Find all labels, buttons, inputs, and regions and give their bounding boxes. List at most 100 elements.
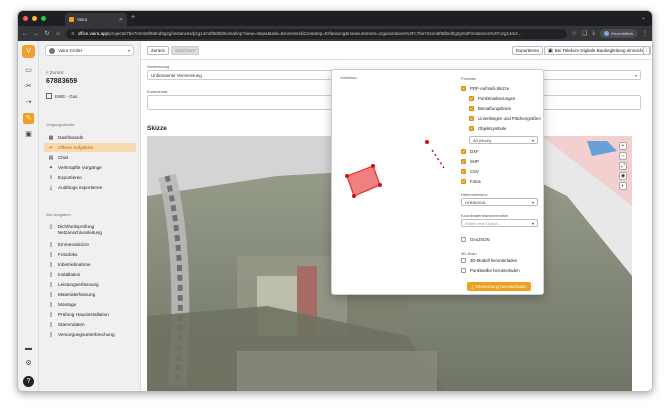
task-item[interactable]: ▯ Materialerfassung (44, 290, 136, 299)
new-tab-icon[interactable]: + (131, 14, 135, 21)
browser-tab[interactable]: Vaira ✕ (65, 13, 127, 26)
zoom-in-icon[interactable]: + (619, 142, 627, 150)
tools-icon[interactable]: ✂ (23, 81, 34, 92)
height-ref-select[interactable]: DHHN2016 ▾ (461, 198, 538, 206)
paper-size-value: A4 (Hoch) (473, 137, 492, 143)
more-options-button[interactable]: ⋮ (643, 46, 650, 55)
eye-icon[interactable]: ◉ (619, 172, 627, 180)
contacts-icon[interactable]: ▣ (23, 129, 34, 140)
checkbox-label: Linienlängen und Flächengrößen (478, 116, 541, 121)
settings-icon[interactable]: ⚙ (23, 358, 34, 369)
coord-transform-select[interactable]: Wähle eine Option... ▾ (461, 219, 538, 227)
back-link[interactable]: < Zurück (46, 70, 64, 75)
section-process-header: Vorgangsdetails (46, 122, 75, 127)
vaira-favicon-icon (69, 17, 74, 22)
scan-label: 3D-Scan (461, 251, 477, 256)
checkbox-label: Fotos (470, 179, 481, 184)
site-info-icon[interactable]: ⚙ (71, 31, 75, 36)
sidebar-item-chat[interactable]: ▤ Chat (44, 153, 136, 162)
extensions-icon[interactable]: ❏ (582, 30, 587, 37)
pdf-checkbox[interactable]: ✓ PDF-Aufmaß-Skizze (461, 86, 509, 91)
paper-size-select[interactable]: A4 (Hoch) ▾ (469, 136, 538, 144)
task-item[interactable]: ▯ Versorgungsunterbrechung (44, 330, 136, 339)
project-type-icon (46, 93, 52, 99)
organization-select[interactable]: Vaira GmbH ▾ (45, 45, 134, 56)
checkmark-icon: ✓ (461, 86, 466, 91)
download-icon: ⤓ (49, 184, 53, 191)
storage-icon[interactable]: ▬ (23, 343, 34, 354)
close-tab-icon[interactable]: ✕ (119, 17, 123, 23)
download-measurement-button[interactable]: ⤓ Vermessung herunterladen (467, 282, 531, 291)
point-cloud-checkbox[interactable]: Punktwolke herunterladen (461, 268, 520, 273)
folder-icon[interactable]: ▭ (23, 65, 34, 76)
sidebar-item-export[interactable]: ⇪ Exportieren (44, 173, 136, 182)
task-item[interactable]: ▯ Einmessskizze (44, 240, 136, 249)
document-icon: ▯ (49, 261, 53, 268)
tab-search-chevron-icon[interactable]: ⌄ (641, 14, 646, 21)
coord-transform-label: Koordinatentransformation (461, 213, 509, 218)
task-item[interactable]: ▯ Fotodoku (44, 250, 136, 259)
back-arrow-icon[interactable]: ← (22, 31, 28, 37)
project-type[interactable]: EWE - Gas (46, 93, 78, 99)
object-symbols-checkbox[interactable]: ✓ Objektsymbole (469, 126, 506, 131)
checkbox-label: GeoJSON (470, 237, 490, 242)
submit-label: Bei Telekom Digitale Baubegleitung einre… (554, 48, 648, 53)
sidebar-item-audit-export[interactable]: ⤓ Audittogs exportieren (44, 183, 136, 192)
checkmark-icon: ✓ (461, 149, 466, 154)
height-ref-label: Höhenreferenz (461, 192, 488, 197)
layers-icon[interactable]: ◐ (619, 182, 627, 190)
geojson-checkbox[interactable]: GeoJSON (461, 237, 490, 242)
lengths-areas-checkbox[interactable]: ✓ Linienlängen und Flächengrößen (469, 116, 541, 121)
browser-menu-icon[interactable]: ⋮ (642, 30, 648, 37)
3d-model-checkbox[interactable]: 3D-Modell herunterladen (461, 258, 517, 263)
window-controls (23, 16, 46, 21)
bookmark-star-icon[interactable]: ☆ (572, 30, 577, 37)
profile-button[interactable]: Geschäftlich (599, 29, 637, 38)
coord-placeholder: Wähle eine Option... (465, 220, 502, 226)
task-item[interactable]: ▯ Dichtheitsprüfung Netzanschlussleitung (44, 223, 136, 238)
point-markers-checkbox[interactable]: ✓ Punktmarkierungen (469, 96, 515, 101)
home-icon[interactable]: ⌂ (55, 31, 61, 37)
checkbox-label: DXF (470, 149, 479, 154)
reload-icon[interactable]: ↻ (44, 30, 50, 37)
export-button[interactable]: Exportieren (512, 46, 544, 55)
task-item[interactable]: ▯ Prüfung Hausinstallation (44, 310, 136, 319)
dxf-checkbox[interactable]: ✓ DXF (461, 149, 479, 154)
fit-icon[interactable]: ⤢ (619, 162, 627, 170)
tasks-icon[interactable]: ✎ (23, 113, 34, 124)
photos-checkbox[interactable]: ✓ Fotos (461, 179, 481, 184)
task-item[interactable]: ▯ Inbetriebnahme (44, 260, 136, 269)
sidebar-item-dashboards[interactable]: ▦ Dashboards (44, 133, 136, 142)
task-item[interactable]: ▯ Installation (44, 270, 136, 279)
sidebar-item-linked[interactable]: ⚭ Verknüpfte Vorgänge (44, 163, 136, 172)
save-button[interactable]: Speichern (171, 46, 200, 55)
csv-checkbox[interactable]: ✓ CSV (461, 169, 479, 174)
maximize-window-button[interactable] (41, 16, 46, 21)
forward-arrow-icon[interactable]: → (33, 31, 39, 37)
back-button[interactable]: Zurück (147, 46, 169, 55)
close-window-button[interactable] (23, 16, 28, 21)
download-icon: ⤓ (471, 284, 474, 289)
sidebar: Vaira GmbH ▾ < Zurück 67883659 EWE - Gas… (39, 41, 141, 391)
shp-checkbox[interactable]: ✓ SHP (461, 159, 479, 164)
url-input[interactable]: ⚙ office.vaira.app/projects/7be7mnm6f9dt… (66, 28, 567, 39)
checkmark-icon: ✓ (469, 116, 474, 121)
submit-telekom-button[interactable]: ▣ Bei Telekom Digitale Baubegleitung einr… (544, 46, 652, 55)
sidebar-item-open-tasks[interactable]: ✔ Offene Aufgaben (44, 143, 136, 152)
zoom-out-icon[interactable]: − (619, 152, 627, 160)
download-icon[interactable]: ⤓ (592, 30, 595, 37)
preview-point (371, 164, 375, 168)
checkbox-label: SHP (470, 159, 479, 164)
workflow-icon[interactable]: ⇢ (23, 97, 34, 108)
task-item[interactable]: ▯ Stammdaten (44, 320, 136, 329)
task-item[interactable]: ▯ Leistungserfassung (44, 280, 136, 289)
minimize-window-button[interactable] (32, 16, 37, 21)
task-item[interactable]: ▯ Montage (44, 300, 136, 309)
dimension-lines-checkbox[interactable]: ✓ Bemaßungslinien (469, 106, 511, 111)
checkmark-icon: ✓ (461, 159, 466, 164)
task-label: Stammdaten (58, 322, 85, 327)
document-icon: ▯ (49, 241, 53, 248)
vaira-logo[interactable]: V (22, 45, 35, 58)
checkbox-empty-icon (461, 268, 466, 273)
help-icon[interactable]: ? (23, 376, 34, 387)
